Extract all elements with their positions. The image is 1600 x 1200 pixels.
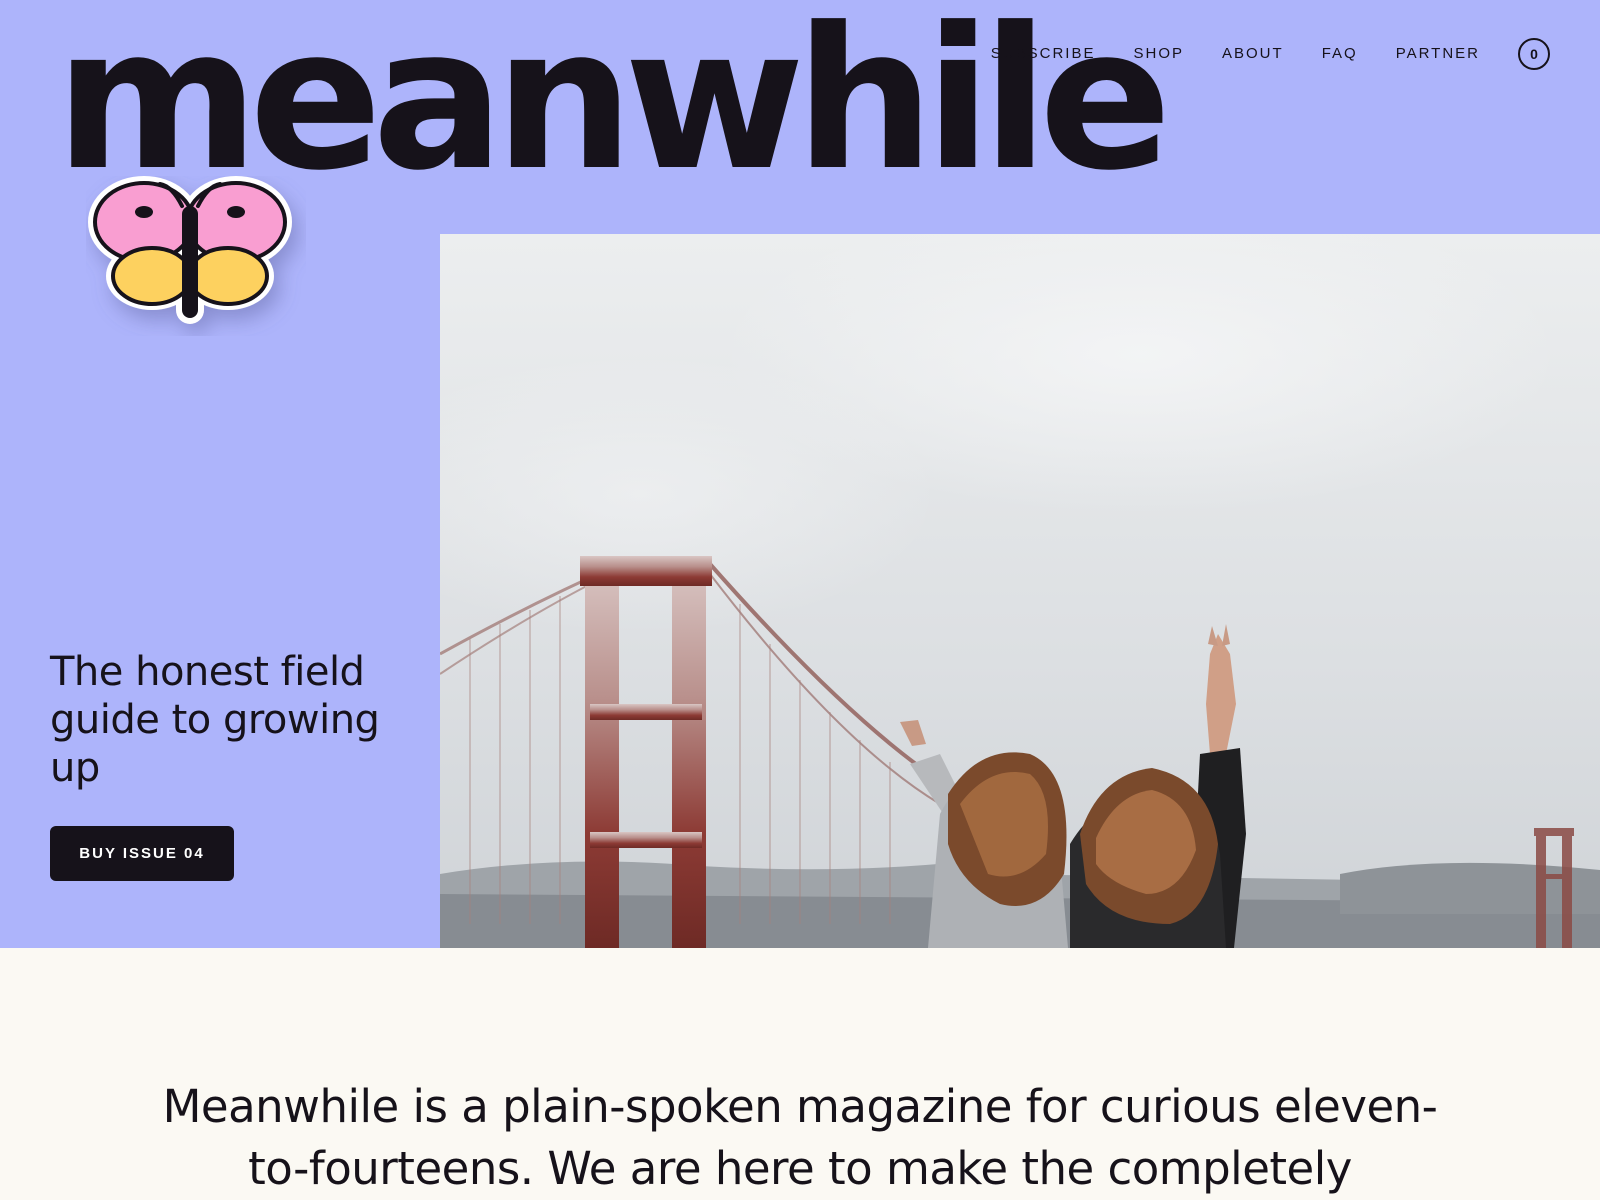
intro-paragraph: Meanwhile is a plain-spoken magazine for…: [162, 1080, 1438, 1195]
nav-faq[interactable]: FAQ: [1322, 38, 1358, 70]
nav-partner[interactable]: PARTNER: [1396, 38, 1480, 70]
nav-shop[interactable]: SHOP: [1133, 38, 1184, 70]
brand-logo[interactable]: meanwhile: [55, 2, 1172, 198]
hero-tagline: The honest field guide to growing up: [50, 649, 380, 791]
main-nav: SUBSCRIBE SHOP ABOUT FAQ PARTNER 0: [991, 38, 1550, 70]
nav-about[interactable]: ABOUT: [1222, 38, 1284, 70]
butterfly-icon: [88, 176, 292, 324]
cart-count-badge[interactable]: 0: [1518, 38, 1550, 70]
buy-issue-button[interactable]: BUY ISSUE 04: [50, 826, 234, 881]
hero-photo: [440, 234, 1600, 948]
hero-section: meanwhile SUBSCRIBE SHOP ABOUT FAQ PARTN…: [0, 0, 1600, 948]
nav-subscribe[interactable]: SUBSCRIBE: [991, 38, 1096, 70]
